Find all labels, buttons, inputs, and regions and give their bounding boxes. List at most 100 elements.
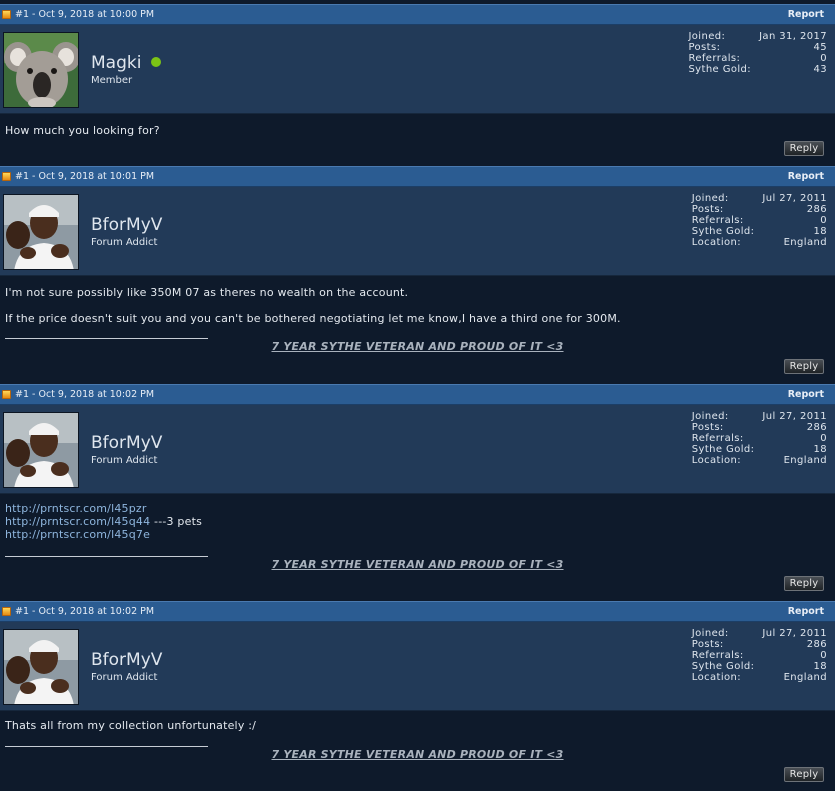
post-message: http://prntscr.com/l45pzr http://prntscr… (5, 502, 202, 541)
post-date: #1 - Oct 9, 2018 at 10:02 PM (15, 389, 155, 400)
stat-value: 0 (820, 433, 827, 444)
signature-divider (5, 746, 208, 747)
post-message: How much you looking for? (5, 124, 160, 137)
post-message: Thats all from my collection unfortunate… (5, 719, 257, 732)
stat-label: Sythe Gold: (691, 661, 755, 672)
post-date: #1 - Oct 9, 2018 at 10:02 PM (15, 606, 155, 617)
user-title: Member (91, 75, 133, 86)
stat-value: 18 (813, 226, 827, 237)
stat-label: Posts: (691, 422, 724, 433)
stat-label: Location: (691, 455, 742, 466)
user-info-bar: BforMyV Forum Addict Joined: Jul 27, 2011… (0, 405, 835, 494)
link-note: ---3 pets (150, 515, 203, 528)
avatar[interactable] (3, 629, 79, 705)
screenshot-link[interactable]: http://prntscr.com/l45q44 (5, 515, 150, 528)
stat-value: Jul 27, 2011 (762, 628, 827, 639)
post-message: I'm not sure possibly like 350M 07 as th… (5, 286, 409, 299)
stat-label: Posts: (688, 42, 721, 53)
user-title: Forum Addict (91, 237, 158, 248)
post-status-icon (2, 172, 11, 181)
link-line: http://prntscr.com/l45q7e (5, 528, 202, 541)
screenshot-link[interactable]: http://prntscr.com/l45q7e (5, 528, 150, 541)
username[interactable]: BforMyV (91, 433, 162, 453)
stat-label: Referrals: (688, 53, 741, 64)
stat-label: Referrals: (691, 433, 744, 444)
post-header: #1 - Oct 9, 2018 at 10:02 PM Report (0, 601, 835, 622)
stat-label: Posts: (691, 204, 724, 215)
stat-label: Joined: (691, 193, 729, 204)
post: #1 - Oct 9, 2018 at 10:00 PM Report Magk… (0, 4, 835, 167)
signature-divider (5, 556, 208, 557)
stat-value: 286 (806, 639, 827, 650)
stat-value: 45 (813, 42, 827, 53)
post-date: #1 - Oct 9, 2018 at 10:01 PM (15, 171, 155, 182)
user-stats: Joined: Jul 27, 2011 Posts: 286 Referrals:… (692, 628, 827, 683)
user-info-bar: BforMyV Forum Addict Joined: Jul 27, 2011… (0, 187, 835, 276)
post-body: Thats all from my collection unfortunate… (0, 711, 835, 791)
username[interactable]: BforMyV (91, 215, 162, 235)
post-message: If the price doesn't suit you and you ca… (5, 312, 621, 325)
post-date: #1 - Oct 9, 2018 at 10:00 PM (15, 9, 155, 20)
username[interactable]: Magki (91, 53, 162, 73)
post-status-icon (2, 390, 11, 399)
report-link[interactable]: Report (788, 606, 824, 617)
user-stats: Joined: Jan 31, 2017 Posts: 45 Referrals: 0… (688, 31, 827, 75)
signature-divider (5, 338, 208, 339)
post-status-icon (2, 10, 11, 19)
stat-label: Joined: (691, 628, 729, 639)
stat-value: Jan 31, 2017 (759, 31, 827, 42)
reply-button[interactable]: Reply (784, 141, 824, 156)
stat-value: England (783, 237, 827, 248)
post: #1 - Oct 9, 2018 at 10:02 PM Report Bfor… (0, 601, 835, 791)
post: #1 - Oct 9, 2018 at 10:02 PM Report Bfor… (0, 384, 835, 602)
stat-label: Referrals: (691, 215, 744, 226)
stat-label: Location: (691, 672, 742, 683)
stat-label: Joined: (688, 31, 726, 42)
stat-label: Location: (691, 237, 742, 248)
signature: 7 YEAR SYTHE VETERAN AND PROUD OF IT <3 (271, 340, 564, 353)
stat-value: 18 (813, 661, 827, 672)
post-body: I'm not sure possibly like 350M 07 as th… (0, 276, 835, 384)
stat-value: 0 (820, 650, 827, 661)
stat-value: England (783, 672, 827, 683)
user-info-bar: BforMyV Forum Addict Joined: Jul 27, 2011… (0, 622, 835, 711)
signature: 7 YEAR SYTHE VETERAN AND PROUD OF IT <3 (271, 558, 564, 571)
link-line: http://prntscr.com/l45pzr (5, 502, 202, 515)
post-body: How much you looking for? Reply (0, 114, 835, 167)
avatar[interactable] (3, 32, 79, 108)
username[interactable]: BforMyV (91, 650, 162, 670)
stat-label: Sythe Gold: (691, 444, 755, 455)
report-link[interactable]: Report (788, 389, 824, 400)
post-header: #1 - Oct 9, 2018 at 10:02 PM Report (0, 384, 835, 405)
user-title: Forum Addict (91, 455, 158, 466)
stat-value: 18 (813, 444, 827, 455)
avatar[interactable] (3, 194, 79, 270)
user-stats: Joined: Jul 27, 2011 Posts: 286 Referrals:… (692, 411, 827, 466)
report-link[interactable]: Report (788, 171, 824, 182)
stat-label: Sythe Gold: (688, 64, 752, 75)
user-info-bar: Magki Member Joined: Jan 31, 2017 Posts: 4… (0, 25, 835, 114)
post-header: #1 - Oct 9, 2018 at 10:00 PM Report (0, 4, 835, 25)
post-body: http://prntscr.com/l45pzr http://prntscr… (0, 494, 835, 602)
screenshot-link[interactable]: http://prntscr.com/l45pzr (5, 502, 147, 515)
stat-value: 286 (806, 422, 827, 433)
link-line: http://prntscr.com/l45q44 ---3 pets (5, 515, 202, 528)
stat-value: 43 (813, 64, 827, 75)
signature: 7 YEAR SYTHE VETERAN AND PROUD OF IT <3 (271, 748, 564, 761)
report-link[interactable]: Report (788, 9, 824, 20)
avatar[interactable] (3, 412, 79, 488)
stat-label: Posts: (691, 639, 724, 650)
reply-button[interactable]: Reply (784, 576, 824, 591)
stat-label: Sythe Gold: (691, 226, 755, 237)
stat-value: 0 (820, 53, 827, 64)
stat-label: Joined: (691, 411, 729, 422)
post-status-icon (2, 607, 11, 616)
stat-value: 286 (806, 204, 827, 215)
reply-button[interactable]: Reply (784, 359, 824, 374)
stat-value: Jul 27, 2011 (762, 411, 827, 422)
stat-value: England (783, 455, 827, 466)
user-title: Forum Addict (91, 672, 158, 683)
post: #1 - Oct 9, 2018 at 10:01 PM Report Bfor… (0, 166, 835, 384)
reply-button[interactable]: Reply (784, 767, 824, 782)
post-header: #1 - Oct 9, 2018 at 10:01 PM Report (0, 166, 835, 187)
